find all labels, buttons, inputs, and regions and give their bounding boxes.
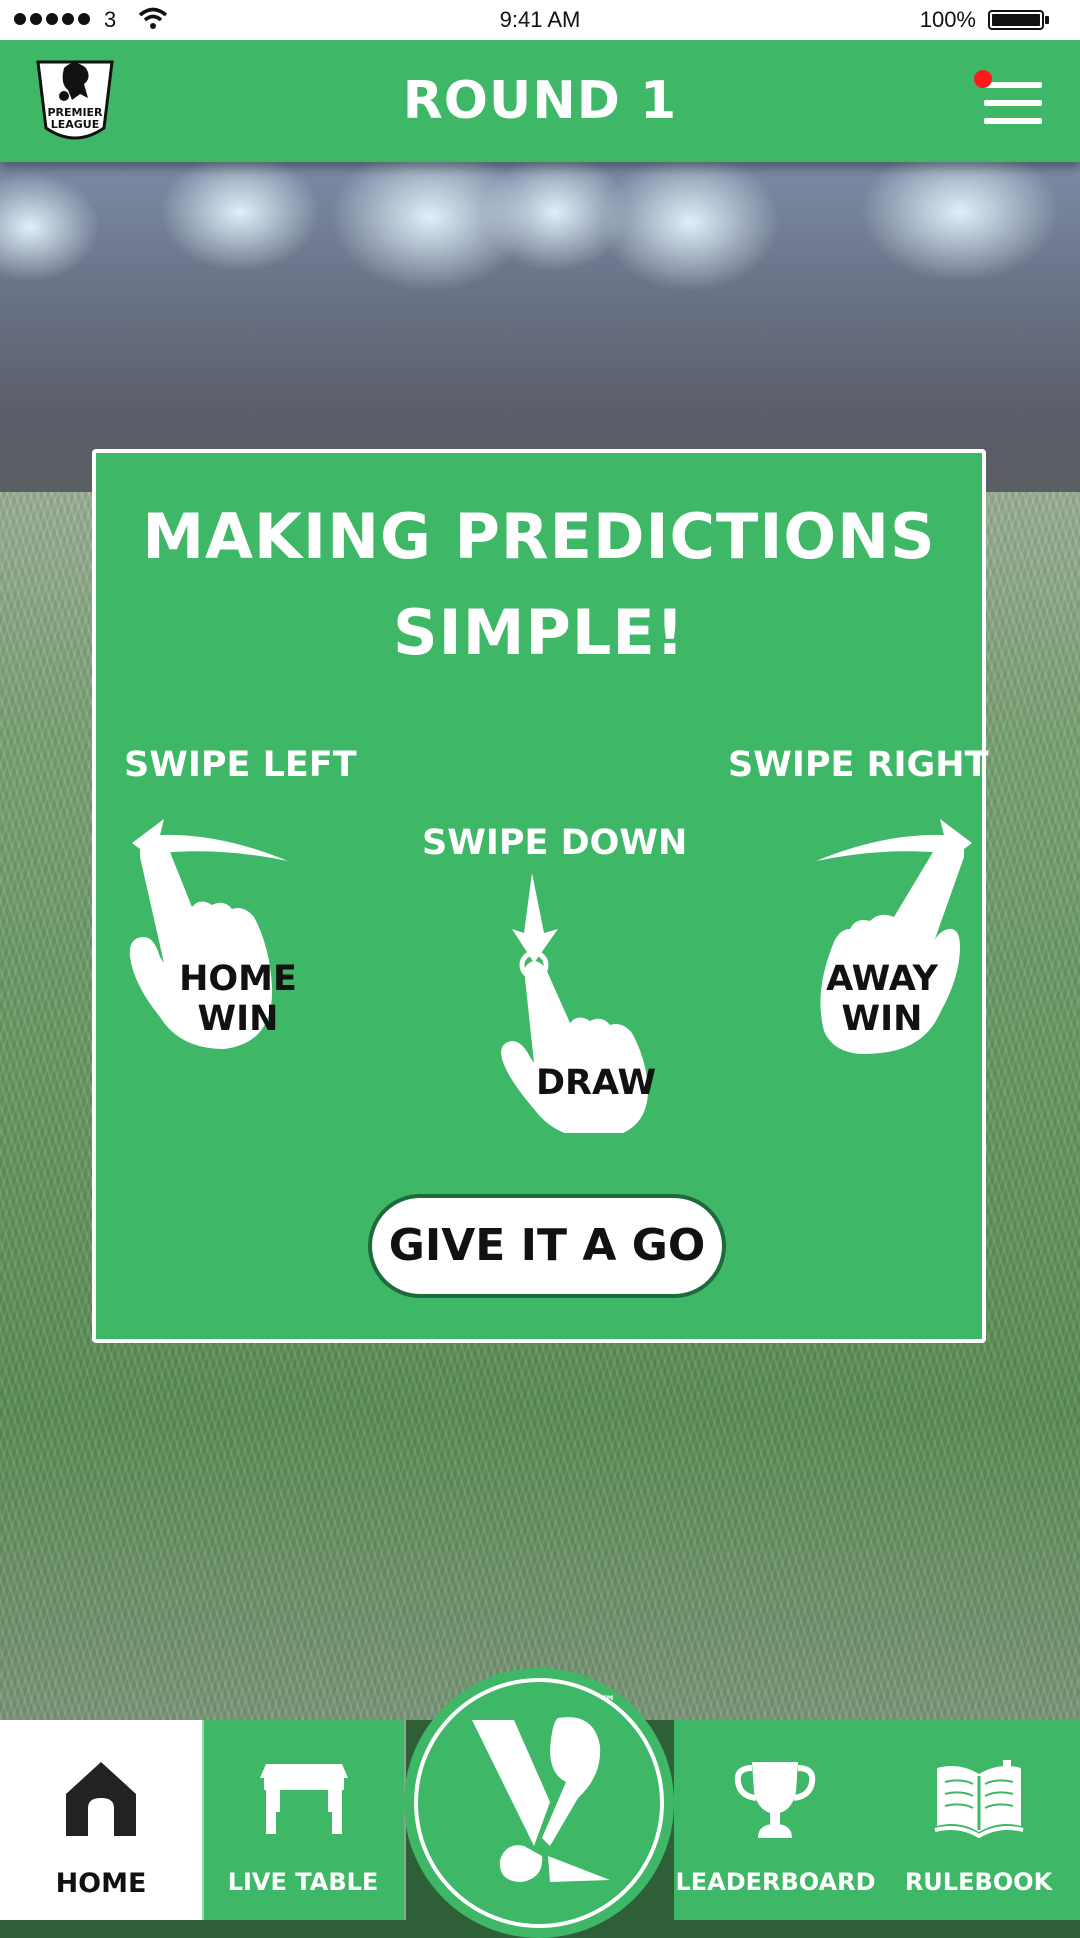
tab-rulebook-label: RULEBOOK: [904, 1868, 1053, 1896]
hand-swipe-right-icon: AWAY WIN: [784, 817, 984, 1077]
give-it-a-go-button[interactable]: GIVE IT A GO: [368, 1194, 726, 1298]
swipe-left-label: SWIPE LEFT: [124, 745, 357, 785]
bottom-navigation: HOME LIVE TABLE LEADERBOARD RULEBOOK ™: [0, 1668, 1080, 1938]
tab-leaderboard[interactable]: LEADERBOARD: [674, 1720, 877, 1920]
home-win-line1: HOME: [179, 959, 297, 999]
tutorial-card: MAKING PREDICTIONS SIMPLE! SWIPE LEFT SW…: [92, 449, 989, 1343]
status-bar: 3 9:41 AM 100%: [0, 0, 1080, 40]
tab-home-label: HOME: [55, 1868, 147, 1899]
battery-percentage: 100%: [919, 7, 976, 32]
app-header: PREMIER LEAGUE ROUND 1: [0, 40, 1080, 162]
swipe-down-label: SWIPE DOWN: [422, 823, 688, 863]
app-logo-icon: [472, 1717, 610, 1882]
draw-label: DRAW: [535, 1063, 657, 1103]
away-win-line2: WIN: [841, 999, 923, 1039]
trademark-symbol: ™: [600, 1692, 616, 1711]
tab-live-table-label: LIVE TABLE: [227, 1868, 379, 1896]
home-icon: [66, 1762, 136, 1836]
hand-swipe-down-icon: DRAW: [494, 873, 694, 1133]
battery-icon: [988, 10, 1049, 30]
notification-dot: [974, 70, 992, 88]
trophy-icon: [734, 1762, 816, 1838]
page-title: ROUND 1: [402, 71, 678, 131]
tab-live-table[interactable]: LIVE TABLE: [202, 1720, 404, 1920]
card-title: MAKING PREDICTIONS SIMPLE!: [96, 489, 982, 681]
status-time: 9:41 AM: [499, 7, 581, 32]
card-title-line2: SIMPLE!: [393, 596, 685, 669]
card-title-line1: MAKING PREDICTIONS: [142, 500, 936, 573]
center-app-button[interactable]: ™: [404, 1668, 674, 1938]
table-icon: [260, 1764, 348, 1834]
menu-button[interactable]: [974, 70, 1042, 124]
hand-swipe-left-icon: HOME WIN: [120, 817, 320, 1077]
home-win-line2: WIN: [197, 999, 279, 1039]
tab-leaderboard-label: LEADERBOARD: [675, 1868, 876, 1896]
menu-icon: [984, 82, 1042, 88]
tab-rulebook[interactable]: RULEBOOK: [877, 1720, 1080, 1920]
away-win-line1: AWAY: [826, 959, 938, 999]
swipe-right-label: SWIPE RIGHT: [728, 745, 989, 785]
book-icon: [934, 1760, 1024, 1838]
tab-home[interactable]: HOME: [0, 1720, 202, 1920]
